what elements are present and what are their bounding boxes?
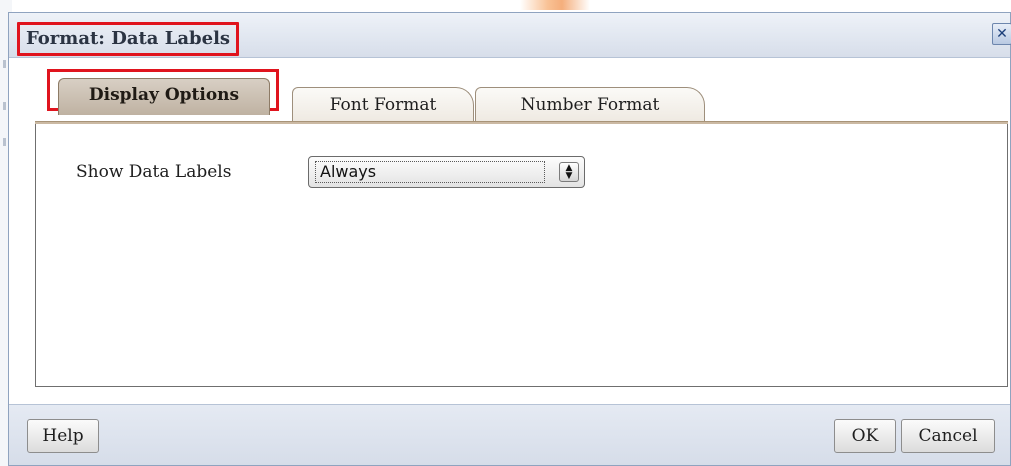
dialog-footer: Help OK Cancel — [9, 404, 1010, 465]
background-tick — [3, 102, 6, 110]
dialog-titlebar[interactable]: Format: Data Labels ✕ — [9, 13, 1011, 58]
display-options-panel: Show Data Labels Always ▲ ▼ — [35, 124, 1008, 387]
select-arrows-icon[interactable]: ▲ ▼ — [559, 162, 579, 182]
close-icon[interactable]: ✕ — [992, 23, 1011, 45]
format-data-labels-dialog: Format: Data Labels ✕ Display Options Fo… — [8, 12, 1011, 466]
show-data-labels-value: Always — [315, 161, 545, 183]
help-button[interactable]: Help — [27, 419, 99, 453]
tab-number-format[interactable]: Number Format — [475, 87, 705, 123]
background-tick — [3, 138, 6, 146]
tab-display-options[interactable]: Display Options — [47, 69, 279, 115]
ok-button[interactable]: OK — [834, 419, 896, 453]
show-data-labels-select[interactable]: Always ▲ ▼ — [308, 156, 585, 188]
show-data-labels-label: Show Data Labels — [76, 162, 232, 182]
tab-font-format[interactable]: Font Format — [292, 87, 474, 123]
dialog-title: Format: Data Labels — [17, 22, 240, 56]
cancel-button[interactable]: Cancel — [901, 419, 995, 453]
background-tick — [3, 60, 6, 68]
tab-display-options-label: Display Options — [58, 78, 270, 115]
background-page-top — [0, 0, 1011, 10]
background-accent — [520, 0, 590, 10]
